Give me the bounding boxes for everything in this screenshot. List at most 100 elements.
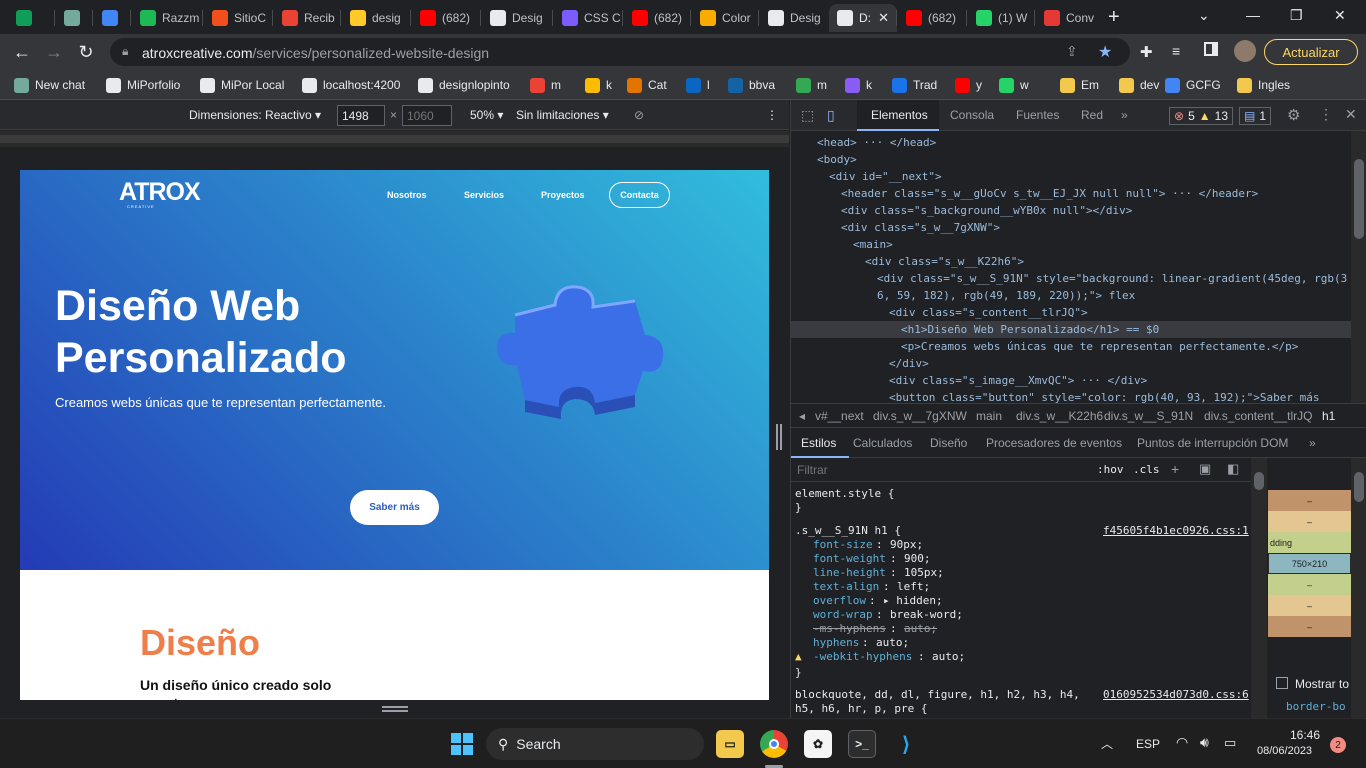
css-prop-value[interactable]: left; bbox=[897, 580, 930, 594]
css-prop-value[interactable]: 900; bbox=[904, 552, 931, 566]
dom-node-line[interactable]: <div class="s_w__7gXNW"> bbox=[841, 219, 1000, 236]
breadcrumb-item[interactable]: v#__next bbox=[815, 409, 864, 423]
bookmark-16[interactable]: dev bbox=[1119, 76, 1159, 94]
rule2-source-link[interactable]: 0160952534d073d0.css:6 bbox=[1103, 688, 1249, 702]
tab-0[interactable] bbox=[8, 4, 44, 32]
height-input[interactable] bbox=[402, 105, 452, 126]
bookmark-8[interactable]: l bbox=[686, 76, 710, 94]
bookmark-5[interactable]: m bbox=[530, 76, 561, 94]
styles-tab-2[interactable]: Diseño bbox=[930, 436, 967, 450]
bookmark-15[interactable]: Em bbox=[1060, 76, 1099, 94]
bookmark-14[interactable]: w bbox=[999, 76, 1029, 94]
lock-icon[interactable]: 🔒︎ bbox=[122, 44, 128, 59]
breadcrumb-item[interactable]: div.s_w__S_91N bbox=[1104, 409, 1193, 423]
bookmark-10[interactable]: m bbox=[796, 76, 827, 94]
css-prop-name[interactable]: text-align bbox=[813, 580, 879, 594]
new-tab-button[interactable]: + bbox=[1108, 6, 1120, 29]
maximize-icon[interactable]: ❐ bbox=[1290, 7, 1303, 24]
battery-icon[interactable]: ▭ bbox=[1224, 735, 1236, 751]
close-window-icon[interactable]: ✕ bbox=[1334, 7, 1346, 24]
minimize-icon[interactable]: — bbox=[1246, 7, 1260, 23]
css-prop-value[interactable]: 105px; bbox=[904, 566, 944, 580]
paint-icon[interactable]: ▣ bbox=[1199, 461, 1211, 477]
tab-fuentes[interactable]: Fuentes bbox=[1016, 108, 1059, 122]
styles-tab-0[interactable]: Estilos bbox=[801, 436, 836, 450]
avatar[interactable] bbox=[1234, 40, 1256, 62]
zoom-select[interactable]: 50% ▾ bbox=[470, 108, 503, 122]
css-prop-name[interactable]: -webkit-hyphens bbox=[813, 650, 912, 664]
css-prop-name[interactable]: word-wrap bbox=[813, 608, 873, 622]
breadcrumb-item[interactable]: div.s_w__7gXNW bbox=[873, 409, 967, 423]
tab-6[interactable]: desig bbox=[342, 4, 412, 32]
breadcrumb-item[interactable]: h1 bbox=[1322, 409, 1335, 423]
tab-1[interactable] bbox=[56, 4, 92, 32]
tab-consola[interactable]: Consola bbox=[950, 108, 994, 122]
bookmark-11[interactable]: k bbox=[845, 76, 872, 94]
css-prop-value[interactable]: ▸ hidden; bbox=[883, 594, 943, 608]
tab-9[interactable]: CSS C bbox=[554, 4, 624, 32]
css-prop-name[interactable]: line-height bbox=[813, 566, 886, 580]
rotate-icon[interactable]: ⊘ bbox=[634, 108, 644, 122]
bookmark-1[interactable]: MiPorfolio bbox=[106, 76, 180, 94]
tab-elementos[interactable]: Elementos bbox=[871, 108, 928, 122]
dom-node-line[interactable]: <header class="s_w__gUoCv s_tw__EJ_JX nu… bbox=[841, 185, 1258, 202]
css-prop-name[interactable]: -ms-hyphens bbox=[813, 622, 886, 636]
side-panel-icon[interactable] bbox=[1204, 42, 1218, 56]
bookmark-4[interactable]: designlopinto bbox=[418, 76, 510, 94]
dom-node-line[interactable]: <head> ··· </head> bbox=[817, 134, 936, 151]
dom-node-line[interactable]: <body> bbox=[817, 151, 857, 168]
notification-badge[interactable]: 2 bbox=[1330, 737, 1346, 753]
address-bar[interactable]: 🔒︎ atroxcreative.com/services/personaliz… bbox=[110, 38, 1130, 66]
device-mode-icon[interactable]: ▯ bbox=[827, 107, 835, 124]
terminal-icon[interactable]: >_ bbox=[848, 730, 876, 758]
bookmark-0[interactable]: New chat bbox=[14, 76, 85, 94]
dom-node-line[interactable]: <div class="s_w__S_91N" style="backgroun… bbox=[877, 270, 1347, 287]
resize-handle-bottom[interactable] bbox=[382, 706, 408, 712]
styles-tab-1[interactable]: Calculados bbox=[853, 436, 912, 450]
close-tab-icon[interactable]: ✕ bbox=[878, 10, 889, 26]
clock-date[interactable]: 08/06/2023 bbox=[1257, 745, 1312, 757]
toggle-sidebar-icon[interactable]: ◧ bbox=[1227, 461, 1239, 477]
share-icon[interactable]: ⇪ bbox=[1066, 43, 1078, 60]
tab-4[interactable]: SitioC bbox=[204, 4, 274, 32]
file-explorer-icon[interactable]: ▭ bbox=[716, 730, 744, 758]
more-tabs-icon[interactable]: » bbox=[1121, 108, 1128, 122]
bookmark-12[interactable]: Trad bbox=[892, 76, 937, 94]
css-prop-value[interactable]: auto; bbox=[876, 636, 909, 650]
css-prop-name[interactable]: overflow bbox=[813, 594, 866, 608]
styles-filter-input[interactable] bbox=[797, 461, 1087, 479]
throttle-select[interactable]: Sin limitaciones ▾ bbox=[516, 108, 609, 122]
settings-gear-icon[interactable]: ⚙ bbox=[1287, 106, 1300, 124]
css-prop-name[interactable]: hyphens bbox=[813, 636, 859, 650]
more-options-icon[interactable]: ⋮ bbox=[766, 108, 778, 122]
bookmark-13[interactable]: y bbox=[955, 76, 982, 94]
dom-node-line[interactable]: <div class="s_content__tlrJQ"> bbox=[889, 304, 1088, 321]
tab-16[interactable]: Conv bbox=[1036, 4, 1106, 32]
sunflower-app-icon[interactable]: ✿ bbox=[804, 730, 832, 758]
windows-start-icon[interactable] bbox=[448, 730, 476, 758]
cls-toggle[interactable]: .cls bbox=[1133, 463, 1160, 476]
breadcrumb-prev-icon[interactable]: ◂ bbox=[799, 409, 805, 423]
tab-10[interactable]: (682) bbox=[624, 4, 692, 32]
dom-node-line[interactable]: <button class="button" style="color: rgb… bbox=[889, 389, 1319, 403]
dom-node-line[interactable]: <p>Creamos webs únicas que te representa… bbox=[901, 338, 1298, 355]
css-prop-name[interactable]: font-size bbox=[813, 538, 873, 552]
tab-8[interactable]: Desig bbox=[482, 4, 554, 32]
close-devtools-icon[interactable]: ✕ bbox=[1345, 106, 1357, 123]
wifi-icon[interactable]: ◠ bbox=[1176, 734, 1188, 751]
inspect-icon[interactable]: ⬚ bbox=[801, 107, 814, 124]
dimensions-select[interactable]: Dimensiones: Reactivo ▾ bbox=[189, 108, 321, 122]
breadcrumb-item[interactable]: div.s_content__tlrJQ bbox=[1204, 409, 1313, 423]
css-prop-value[interactable]: auto; bbox=[932, 650, 965, 664]
bookmark-9[interactable]: bbva bbox=[728, 76, 775, 94]
css-prop-value[interactable]: 90px; bbox=[890, 538, 923, 552]
taskbar-search[interactable]: ⚲ Search bbox=[486, 728, 704, 760]
nav-proyectos[interactable]: Proyectos bbox=[541, 190, 585, 200]
saber-mas-button[interactable]: Saber más bbox=[350, 490, 439, 525]
dom-node-line[interactable]: <div id="__next"> bbox=[829, 168, 942, 185]
back-arrow-icon[interactable]: ← bbox=[10, 40, 34, 64]
width-input[interactable] bbox=[337, 105, 385, 126]
clock-time[interactable]: 16:46 bbox=[1290, 728, 1320, 742]
tab-search-chevron-icon[interactable]: ⌄ bbox=[1198, 7, 1210, 24]
vscode-icon[interactable]: ⟩ bbox=[892, 730, 920, 758]
